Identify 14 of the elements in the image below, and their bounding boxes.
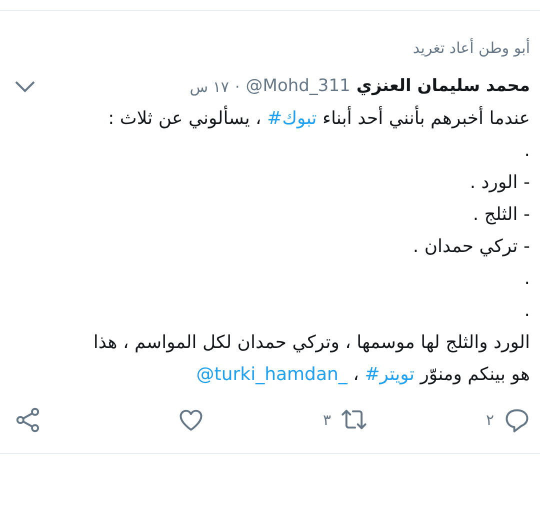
author-handle: @Mohd_311 bbox=[246, 75, 350, 98]
reply-icon[interactable] bbox=[504, 407, 530, 433]
separator: · bbox=[235, 76, 240, 98]
chevron-down-icon[interactable] bbox=[14, 80, 36, 94]
mention-link[interactable]: @turki_hamdan_ bbox=[196, 364, 348, 385]
author-name[interactable]: محمد سليمان العنزي bbox=[356, 74, 530, 100]
hashtag-link[interactable]: #تويتر bbox=[364, 364, 414, 385]
reply-count: ٢ bbox=[486, 410, 494, 431]
share-icon[interactable] bbox=[15, 407, 41, 433]
retweet-label: أبو وطن أعاد تغريد bbox=[412, 37, 530, 59]
retweet-count: ٣ bbox=[322, 410, 331, 431]
hashtag-link[interactable]: #تبوك bbox=[267, 108, 317, 129]
tweet-time: ١٧ س bbox=[190, 76, 229, 98]
heart-icon[interactable] bbox=[178, 407, 204, 433]
